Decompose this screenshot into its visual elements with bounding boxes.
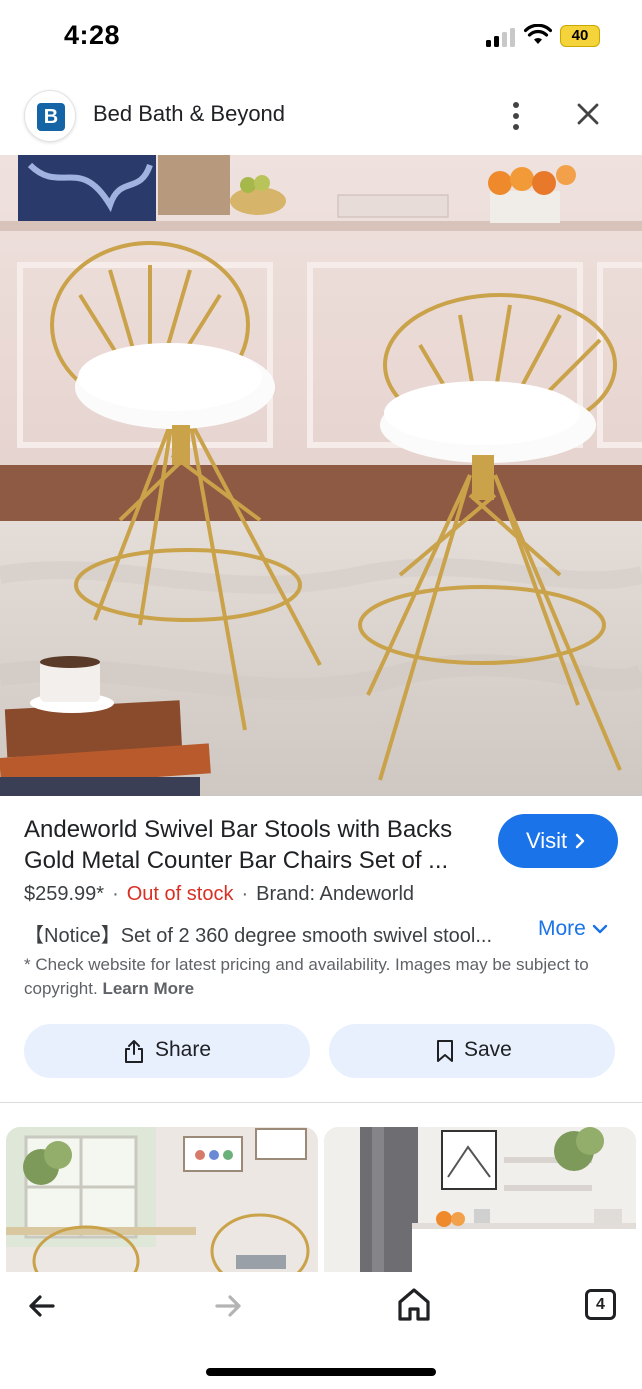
stock-status: Out of stock: [126, 883, 234, 905]
visit-button[interactable]: Visit: [498, 814, 618, 868]
more-button[interactable]: More: [538, 917, 608, 941]
site-logo[interactable]: B: [24, 90, 76, 142]
product-meta: $259.99* · Out of stock · Brand: Andeworld: [24, 883, 415, 905]
related-thumbnail[interactable]: [324, 1127, 636, 1273]
product-image[interactable]: [0, 155, 642, 796]
more-label: More: [538, 917, 586, 940]
site-logo-letter: B: [37, 103, 65, 131]
more-vert-icon[interactable]: [500, 98, 532, 134]
product-brand: Brand: Andeworld: [256, 883, 415, 905]
disclaimer: * Check website for latest pricing and a…: [24, 953, 624, 1001]
site-name[interactable]: Bed Bath & Beyond: [93, 101, 285, 127]
chevron-right-icon: [575, 833, 585, 849]
related-product-photo: [324, 1127, 636, 1273]
learn-more-link[interactable]: Learn More: [102, 979, 194, 998]
share-label: Share: [155, 1038, 212, 1061]
status-time: 4:28: [64, 20, 121, 50]
visit-label: Visit: [526, 828, 568, 853]
related-thumbnail[interactable]: [6, 1127, 318, 1273]
battery-level: 40: [571, 27, 589, 44]
wifi-icon: [524, 24, 552, 44]
battery-icon: 40: [560, 25, 600, 47]
source-header: B Bed Bath & Beyond: [0, 84, 642, 148]
tabs-button[interactable]: 4: [585, 1289, 616, 1320]
chevron-down-icon: [592, 924, 608, 934]
share-button[interactable]: Share: [24, 1024, 310, 1078]
arrow-back-icon[interactable]: [26, 1290, 58, 1322]
save-label: Save: [464, 1038, 512, 1061]
bookmark-icon: [437, 1040, 453, 1062]
home-indicator: [206, 1368, 436, 1376]
save-button[interactable]: Save: [329, 1024, 615, 1078]
product-title-line-1: Andeworld Swivel Bar Stools with Backs: [24, 816, 453, 843]
status-bar: 4:28 40: [0, 0, 642, 72]
home-icon[interactable]: [396, 1286, 432, 1322]
bottom-navigation: 4: [0, 1272, 642, 1389]
close-icon[interactable]: [570, 96, 606, 132]
cellular-signal-icon: [486, 27, 518, 47]
related-product-photo: [6, 1127, 318, 1273]
product-title[interactable]: Andeworld Swivel Bar Stools with Backs G…: [24, 814, 484, 876]
divider: [0, 1102, 642, 1103]
product-description: 【Notice】Set of 2 360 degree smooth swive…: [24, 925, 493, 947]
product-photo: [0, 155, 642, 796]
product-title-line-2: Gold Metal Counter Bar Chairs Set of ...: [24, 847, 449, 874]
share-icon: [125, 1040, 143, 1063]
product-price: $259.99*: [24, 883, 105, 905]
arrow-forward-icon[interactable]: [212, 1290, 244, 1322]
